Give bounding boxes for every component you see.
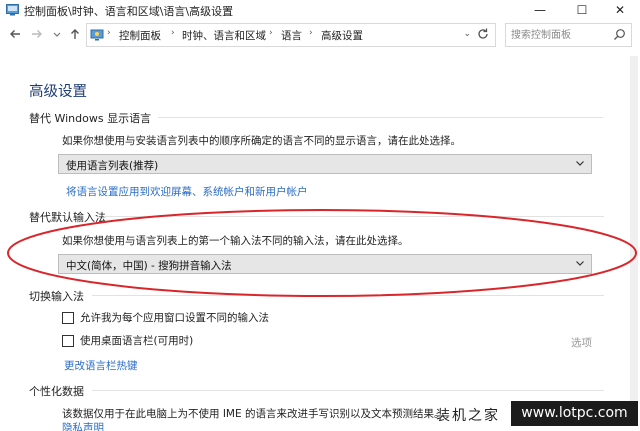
refresh-button[interactable] (475, 27, 491, 43)
apply-language-settings-link[interactable]: 将语言设置应用到欢迎屏幕、系统帐户和新用户帐户 (66, 184, 308, 199)
options-link[interactable]: 选项 (571, 335, 592, 350)
display-language-value: 使用语言列表(推荐) (66, 160, 159, 172)
display-language-select[interactable]: 使用语言列表(推荐) (58, 154, 592, 174)
watermark-logo: 装机之家 (436, 408, 500, 424)
privacy-statement-link[interactable]: 隐私声明 (62, 420, 104, 431)
breadcrumb-advanced-settings[interactable]: 高级设置 (321, 28, 363, 43)
back-button[interactable] (8, 27, 22, 41)
search-icon (614, 29, 625, 40)
up-arrow-icon (71, 29, 79, 39)
breadcrumb-language[interactable]: 语言 (281, 28, 302, 43)
recent-locations-button[interactable] (50, 27, 64, 41)
window-title: 控制面板\时钟、语言和区域\语言\高级设置 (24, 5, 234, 18)
title-bar: 控制面板\时钟、语言和区域\语言\高级设置 — ☐ ✕ (0, 0, 640, 20)
section-divider (92, 295, 604, 296)
per-app-input-checkbox[interactable] (62, 312, 74, 324)
maximize-button[interactable]: ☐ (562, 0, 602, 20)
navigation-bar: › 控制面板 › 时钟、语言和区域 › 语言 › 高级设置 ⌄ (0, 22, 640, 48)
section-divider (92, 390, 604, 391)
search-box[interactable] (505, 23, 632, 47)
section-heading-personalization: 个性化数据 (29, 385, 84, 398)
control-panel-icon (90, 29, 104, 41)
section-divider (104, 216, 604, 217)
personalization-description: 该数据仅用于在此电脑上为不使用 IME 的语言来改进手写识别以及文本预测结果。 (62, 408, 445, 420)
refresh-icon (478, 28, 488, 39)
vertical-scrollbar[interactable] (630, 56, 638, 401)
breadcrumb-separator: › (171, 28, 175, 38)
breadcrumb-separator: › (309, 28, 313, 38)
close-icon: ✕ (614, 3, 626, 17)
close-button[interactable]: ✕ (600, 0, 640, 20)
section-divider (158, 117, 603, 118)
input-method-select[interactable]: 中文(简体，中国) - 搜狗拼音输入法 (58, 254, 592, 274)
control-panel-icon (6, 4, 19, 16)
minimize-icon: — (534, 3, 546, 17)
address-bar[interactable]: › 控制面板 › 时钟、语言和区域 › 语言 › 高级设置 ⌄ (86, 23, 496, 47)
desktop-language-bar-label: 使用桌面语言栏(可用时) (80, 335, 194, 347)
search-input[interactable] (511, 28, 611, 43)
forward-arrow-icon (32, 30, 42, 38)
watermark-url: www.lotpc.com (511, 401, 638, 426)
up-button[interactable] (68, 27, 82, 41)
chevron-down-icon (576, 261, 584, 266)
section-heading-switch-input: 切换输入法 (29, 290, 84, 303)
page-title: 高级设置 (29, 84, 87, 100)
input-method-value: 中文(简体，中国) - 搜狗拼音输入法 (66, 260, 232, 272)
chevron-down-icon (576, 161, 584, 166)
breadcrumb-separator: › (269, 28, 273, 38)
section-heading-input-method: 替代默认输入法 (29, 211, 106, 224)
change-hotkeys-link[interactable]: 更改语言栏热键 (64, 358, 138, 373)
maximize-icon: ☐ (576, 3, 588, 17)
per-app-input-label: 允许我为每个应用窗口设置不同的输入法 (80, 312, 269, 324)
section-heading-display-language: 替代 Windows 显示语言 (29, 112, 152, 125)
input-method-description: 如果你想使用与语言列表上的第一个输入法不同的输入法，请在此处选择。 (62, 235, 409, 247)
chevron-down-icon (53, 32, 61, 37)
address-dropdown-icon[interactable]: ⌄ (463, 29, 471, 39)
desktop-language-bar-checkbox[interactable] (62, 335, 74, 347)
breadcrumb-clock-language-region[interactable]: 时钟、语言和区域 (182, 28, 266, 43)
forward-button[interactable] (30, 27, 44, 41)
minimize-button[interactable]: — (520, 0, 560, 20)
breadcrumb-control-panel[interactable]: 控制面板 (119, 28, 161, 43)
breadcrumb-separator: › (107, 28, 111, 38)
display-language-description: 如果你想使用与安装语言列表中的顺序所确定的语言不同的显示语言，请在此处选择。 (62, 135, 461, 147)
back-arrow-icon (10, 30, 20, 38)
